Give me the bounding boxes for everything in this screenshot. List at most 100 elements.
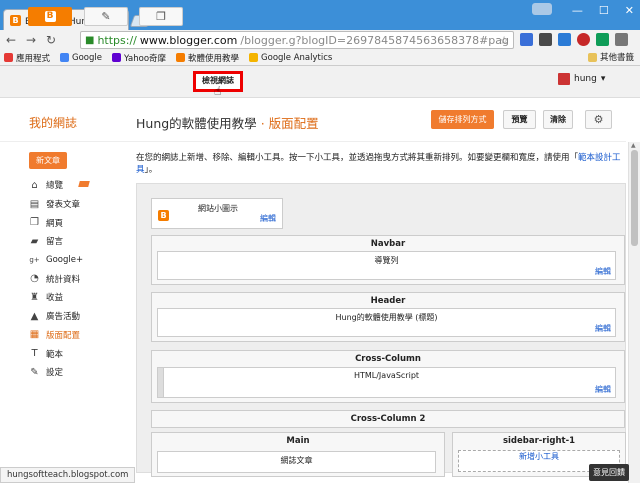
section-title: Navbar xyxy=(370,239,406,249)
wrench-icon: ✎ xyxy=(30,366,39,378)
sidebar-item-label: 留言 xyxy=(46,237,64,248)
save-arrangement-button[interactable]: 儲存排列方式 xyxy=(431,110,494,129)
edit-link[interactable]: 編輯 xyxy=(260,213,276,224)
sidebar-item-campaigns[interactable]: ▲ 廣告活動 xyxy=(29,307,129,326)
title-separator: · xyxy=(260,116,265,131)
new-post-pencil-button[interactable]: ✎ xyxy=(84,7,128,26)
other-bookmarks[interactable]: 其他書籤 xyxy=(587,51,634,63)
blogger-icon xyxy=(176,53,186,62)
sidebar-item-pages[interactable]: ❐ 網頁 xyxy=(29,213,129,232)
analytics-icon xyxy=(249,53,259,62)
sidebar-item-posts[interactable]: ▤ 發表文章 xyxy=(29,195,129,214)
sidebar-item-label: 範本 xyxy=(46,349,64,360)
scroll-up-icon[interactable]: ▲ xyxy=(631,142,636,149)
user-menu[interactable]: hung ▾ xyxy=(558,73,605,85)
widget-title: 導覽列 xyxy=(374,256,399,265)
widget-html-javascript[interactable]: HTML/JavaScript 編輯 xyxy=(157,367,616,398)
sidebar-item-label: 版面配置 xyxy=(46,330,81,341)
my-blogs-link[interactable]: 我的網誌 xyxy=(29,114,77,131)
scrollbar-thumb[interactable] xyxy=(631,150,638,246)
sidebar-item-stats[interactable]: ◔ 統計資料 xyxy=(29,269,129,288)
user-name: hung xyxy=(574,74,597,84)
widget-blog-posts[interactable]: 網誌文章 xyxy=(157,451,436,473)
forward-icon[interactable]: → xyxy=(24,33,38,47)
avatar xyxy=(558,73,570,85)
sidebar-item-googleplus[interactable]: g+ Google+ xyxy=(29,251,129,270)
bookmark-yahoo[interactable]: Yahoo奇摩 xyxy=(112,52,166,64)
bookmark-label: 其他書籤 xyxy=(599,53,634,63)
edit-link[interactable]: 編輯 xyxy=(595,266,611,277)
back-icon[interactable]: ← xyxy=(4,33,18,47)
url-domain: www.blogger.com xyxy=(139,33,238,47)
menu-icon[interactable] xyxy=(615,33,628,46)
new-post-button[interactable]: 新文章 xyxy=(29,152,67,169)
section-title: sidebar-right-1 xyxy=(502,436,576,446)
section-navbar: Navbar 導覽列 編輯 xyxy=(151,235,625,285)
posts-list-button[interactable]: ❐ xyxy=(139,7,183,26)
extension-icon[interactable] xyxy=(539,33,552,46)
bookmark-analytics[interactable]: Google Analytics xyxy=(249,53,332,63)
sidebar-item-label: Google+ xyxy=(46,255,84,266)
bookmark-star-icon[interactable]: ☆ xyxy=(499,34,509,47)
description-end: 」。 xyxy=(144,165,158,175)
sidebar-item-label: 發表文章 xyxy=(46,200,81,211)
notification-flag-icon xyxy=(78,181,90,187)
sidebar-item-settings[interactable]: ✎ 設定 xyxy=(29,363,129,382)
campaigns-icon: ▲ xyxy=(30,310,39,322)
sidebar-item-label: 收益 xyxy=(46,293,64,304)
layout-icon: ▦ xyxy=(29,329,40,341)
minimize-icon[interactable]: — xyxy=(572,4,583,17)
sidebar-item-comments[interactable]: ▰ 留言 xyxy=(29,232,129,251)
section-header: Header Hung的軟體使用教學 (標題) 編輯 xyxy=(151,292,625,342)
bookmark-software[interactable]: 軟體使用教學 xyxy=(176,52,239,64)
bookmark-google[interactable]: Google xyxy=(60,53,102,63)
maximize-icon[interactable]: ☐ xyxy=(599,4,609,17)
extension-s-icon[interactable] xyxy=(558,33,571,46)
sidebar-item-layout[interactable]: ▦ 版面配置 xyxy=(29,326,129,345)
sidebar-item-template[interactable]: T 範本 xyxy=(29,344,129,363)
preview-button[interactable]: 預覽 xyxy=(503,110,536,129)
sidebar-item-label: 網頁 xyxy=(46,218,64,229)
posts-icon: ▤ xyxy=(29,198,40,210)
bookmark-label: Google Analytics xyxy=(261,52,333,63)
drag-handle-icon[interactable] xyxy=(158,368,164,397)
edit-link[interactable]: 編輯 xyxy=(595,323,611,334)
address-bar[interactable]: ■ https:// www.blogger.com /blogger.g?bl… xyxy=(80,31,514,49)
description-text: 在您的網誌上新增、移除、編輯小工具。按一下小工具，並透過拖曳方式將其重新排列。如… xyxy=(136,153,579,163)
section-cross-column: Cross-Column HTML/JavaScript 編輯 xyxy=(151,350,625,403)
close-icon[interactable]: ✕ xyxy=(625,4,634,17)
sidebar-item-label: 設定 xyxy=(46,368,64,379)
settings-gear-button[interactable]: ⚙ xyxy=(585,110,612,129)
bookmark-label: Yahoo奇摩 xyxy=(124,53,167,64)
gear-icon: ⚙ xyxy=(593,113,604,126)
sidebar-item-overview[interactable]: ⌂ 總覽 xyxy=(29,176,129,195)
bookmark-label: Google xyxy=(72,52,102,63)
sidebar-item-label: 統計資料 xyxy=(46,274,81,285)
extension-green-icon[interactable] xyxy=(596,33,609,46)
extension-red-icon[interactable] xyxy=(577,33,590,46)
blogger-logo-icon: B xyxy=(44,11,56,22)
page-scrollbar[interactable]: ▲ xyxy=(628,142,640,483)
profile-button[interactable] xyxy=(532,3,552,15)
blogger-favicon-icon: B xyxy=(10,14,21,26)
blogger-logo-button[interactable]: B xyxy=(28,7,72,26)
window-controls: — ☐ ✕ xyxy=(572,4,634,17)
edit-link[interactable]: 編輯 xyxy=(595,384,611,395)
sidebar-item-label: 總覽 xyxy=(46,181,64,192)
chevron-down-icon: ▾ xyxy=(600,74,606,84)
translate-icon[interactable] xyxy=(520,33,533,46)
lock-icon: ■ xyxy=(85,34,95,46)
favicon-gadget[interactable]: B 網站小圖示 編輯 xyxy=(151,198,283,229)
extension-icons xyxy=(520,33,628,46)
gplus-icon: g+ xyxy=(29,256,40,265)
widget-title: Hung的軟體使用教學 (標題) xyxy=(335,313,438,322)
blog-name: Hung的軟體使用教學 xyxy=(136,116,257,131)
feedback-button[interactable]: 意見回饋 xyxy=(589,464,629,481)
widget-navbar[interactable]: 導覽列 編輯 xyxy=(157,251,616,280)
clear-button[interactable]: 清除 xyxy=(543,110,573,129)
stats-icon: ◔ xyxy=(30,273,39,285)
reload-icon[interactable]: ↻ xyxy=(44,33,58,47)
bookmark-apps[interactable]: 應用程式 xyxy=(4,52,50,64)
widget-header[interactable]: Hung的軟體使用教學 (標題) 編輯 xyxy=(157,308,616,337)
sidebar-item-earnings[interactable]: ♜ 收益 xyxy=(29,288,129,307)
